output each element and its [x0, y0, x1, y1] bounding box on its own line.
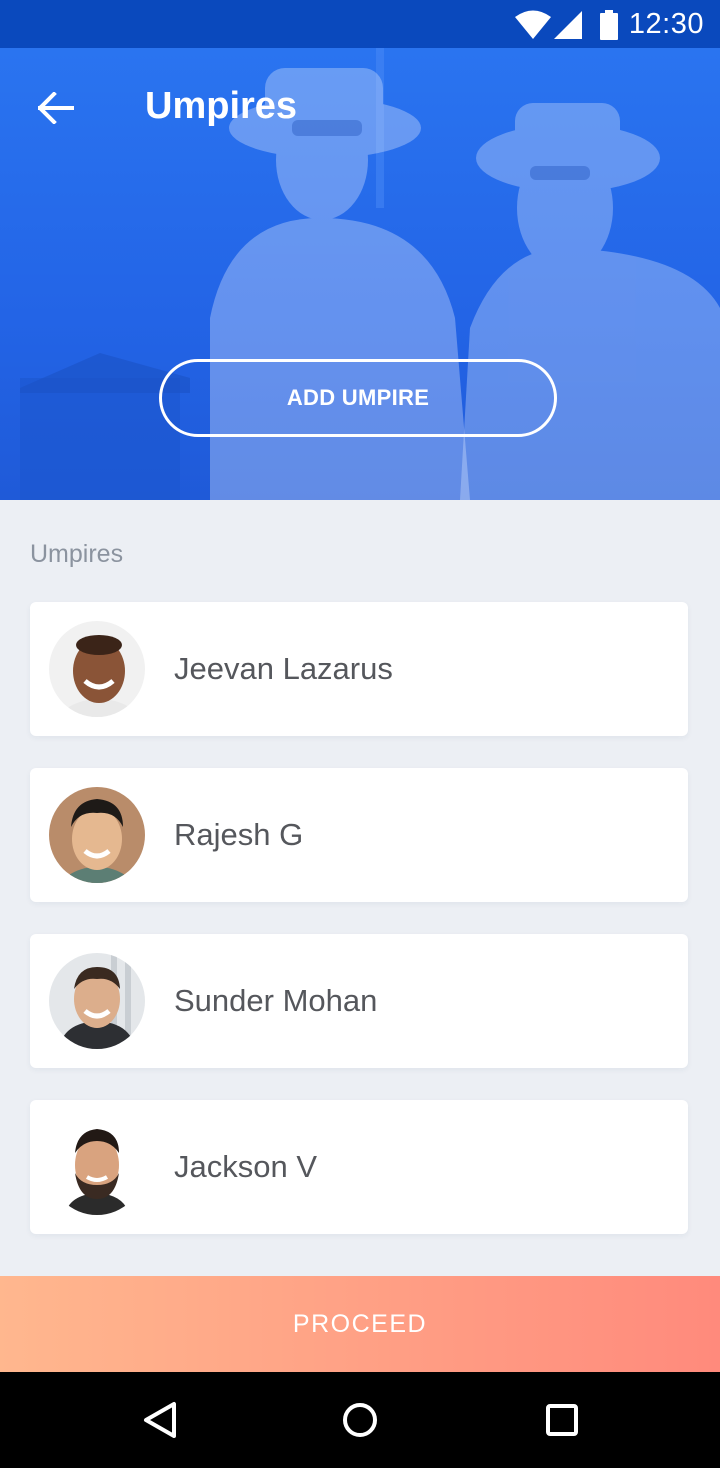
nav-back-button[interactable]: [136, 1396, 184, 1444]
nav-home-button[interactable]: [336, 1396, 384, 1444]
navigation-bar: [0, 1372, 720, 1468]
avatar: [49, 787, 145, 883]
umpire-name: Rajesh G: [174, 817, 304, 852]
umpire-card[interactable]: Jeevan Lazarus: [30, 602, 688, 736]
back-button[interactable]: [28, 80, 84, 136]
umpire-name: Jackson V: [174, 1149, 318, 1184]
umpire-card[interactable]: Sunder Mohan: [30, 934, 688, 1068]
umpire-card[interactable]: Jackson V: [30, 1100, 688, 1234]
wifi-icon: [515, 10, 551, 39]
add-umpire-button[interactable]: ADD UMPIRE: [159, 359, 557, 437]
avatar: [49, 953, 145, 1049]
umpire-card[interactable]: Rajesh G: [30, 768, 688, 902]
home-circle-icon: [343, 1403, 377, 1437]
page-title: Umpires: [145, 85, 298, 127]
avatar: [49, 621, 145, 717]
battery-icon: [600, 10, 618, 40]
status-bar: 12:30: [0, 0, 720, 48]
header-banner: Umpires ADD UMPIRE: [0, 48, 720, 500]
signal-icon: [554, 11, 582, 39]
nav-recents-button[interactable]: [538, 1396, 586, 1444]
avatar: [49, 1119, 145, 1215]
proceed-button[interactable]: PROCEED: [0, 1276, 720, 1372]
section-label: Umpires: [30, 540, 124, 568]
umpire-name: Sunder Mohan: [174, 983, 378, 1018]
clock: 12:30: [628, 8, 704, 40]
back-triangle-icon: [144, 1402, 176, 1438]
recents-square-icon: [546, 1404, 578, 1436]
umpire-name: Jeevan Lazarus: [174, 651, 393, 686]
arrow-left-icon: [38, 92, 74, 124]
